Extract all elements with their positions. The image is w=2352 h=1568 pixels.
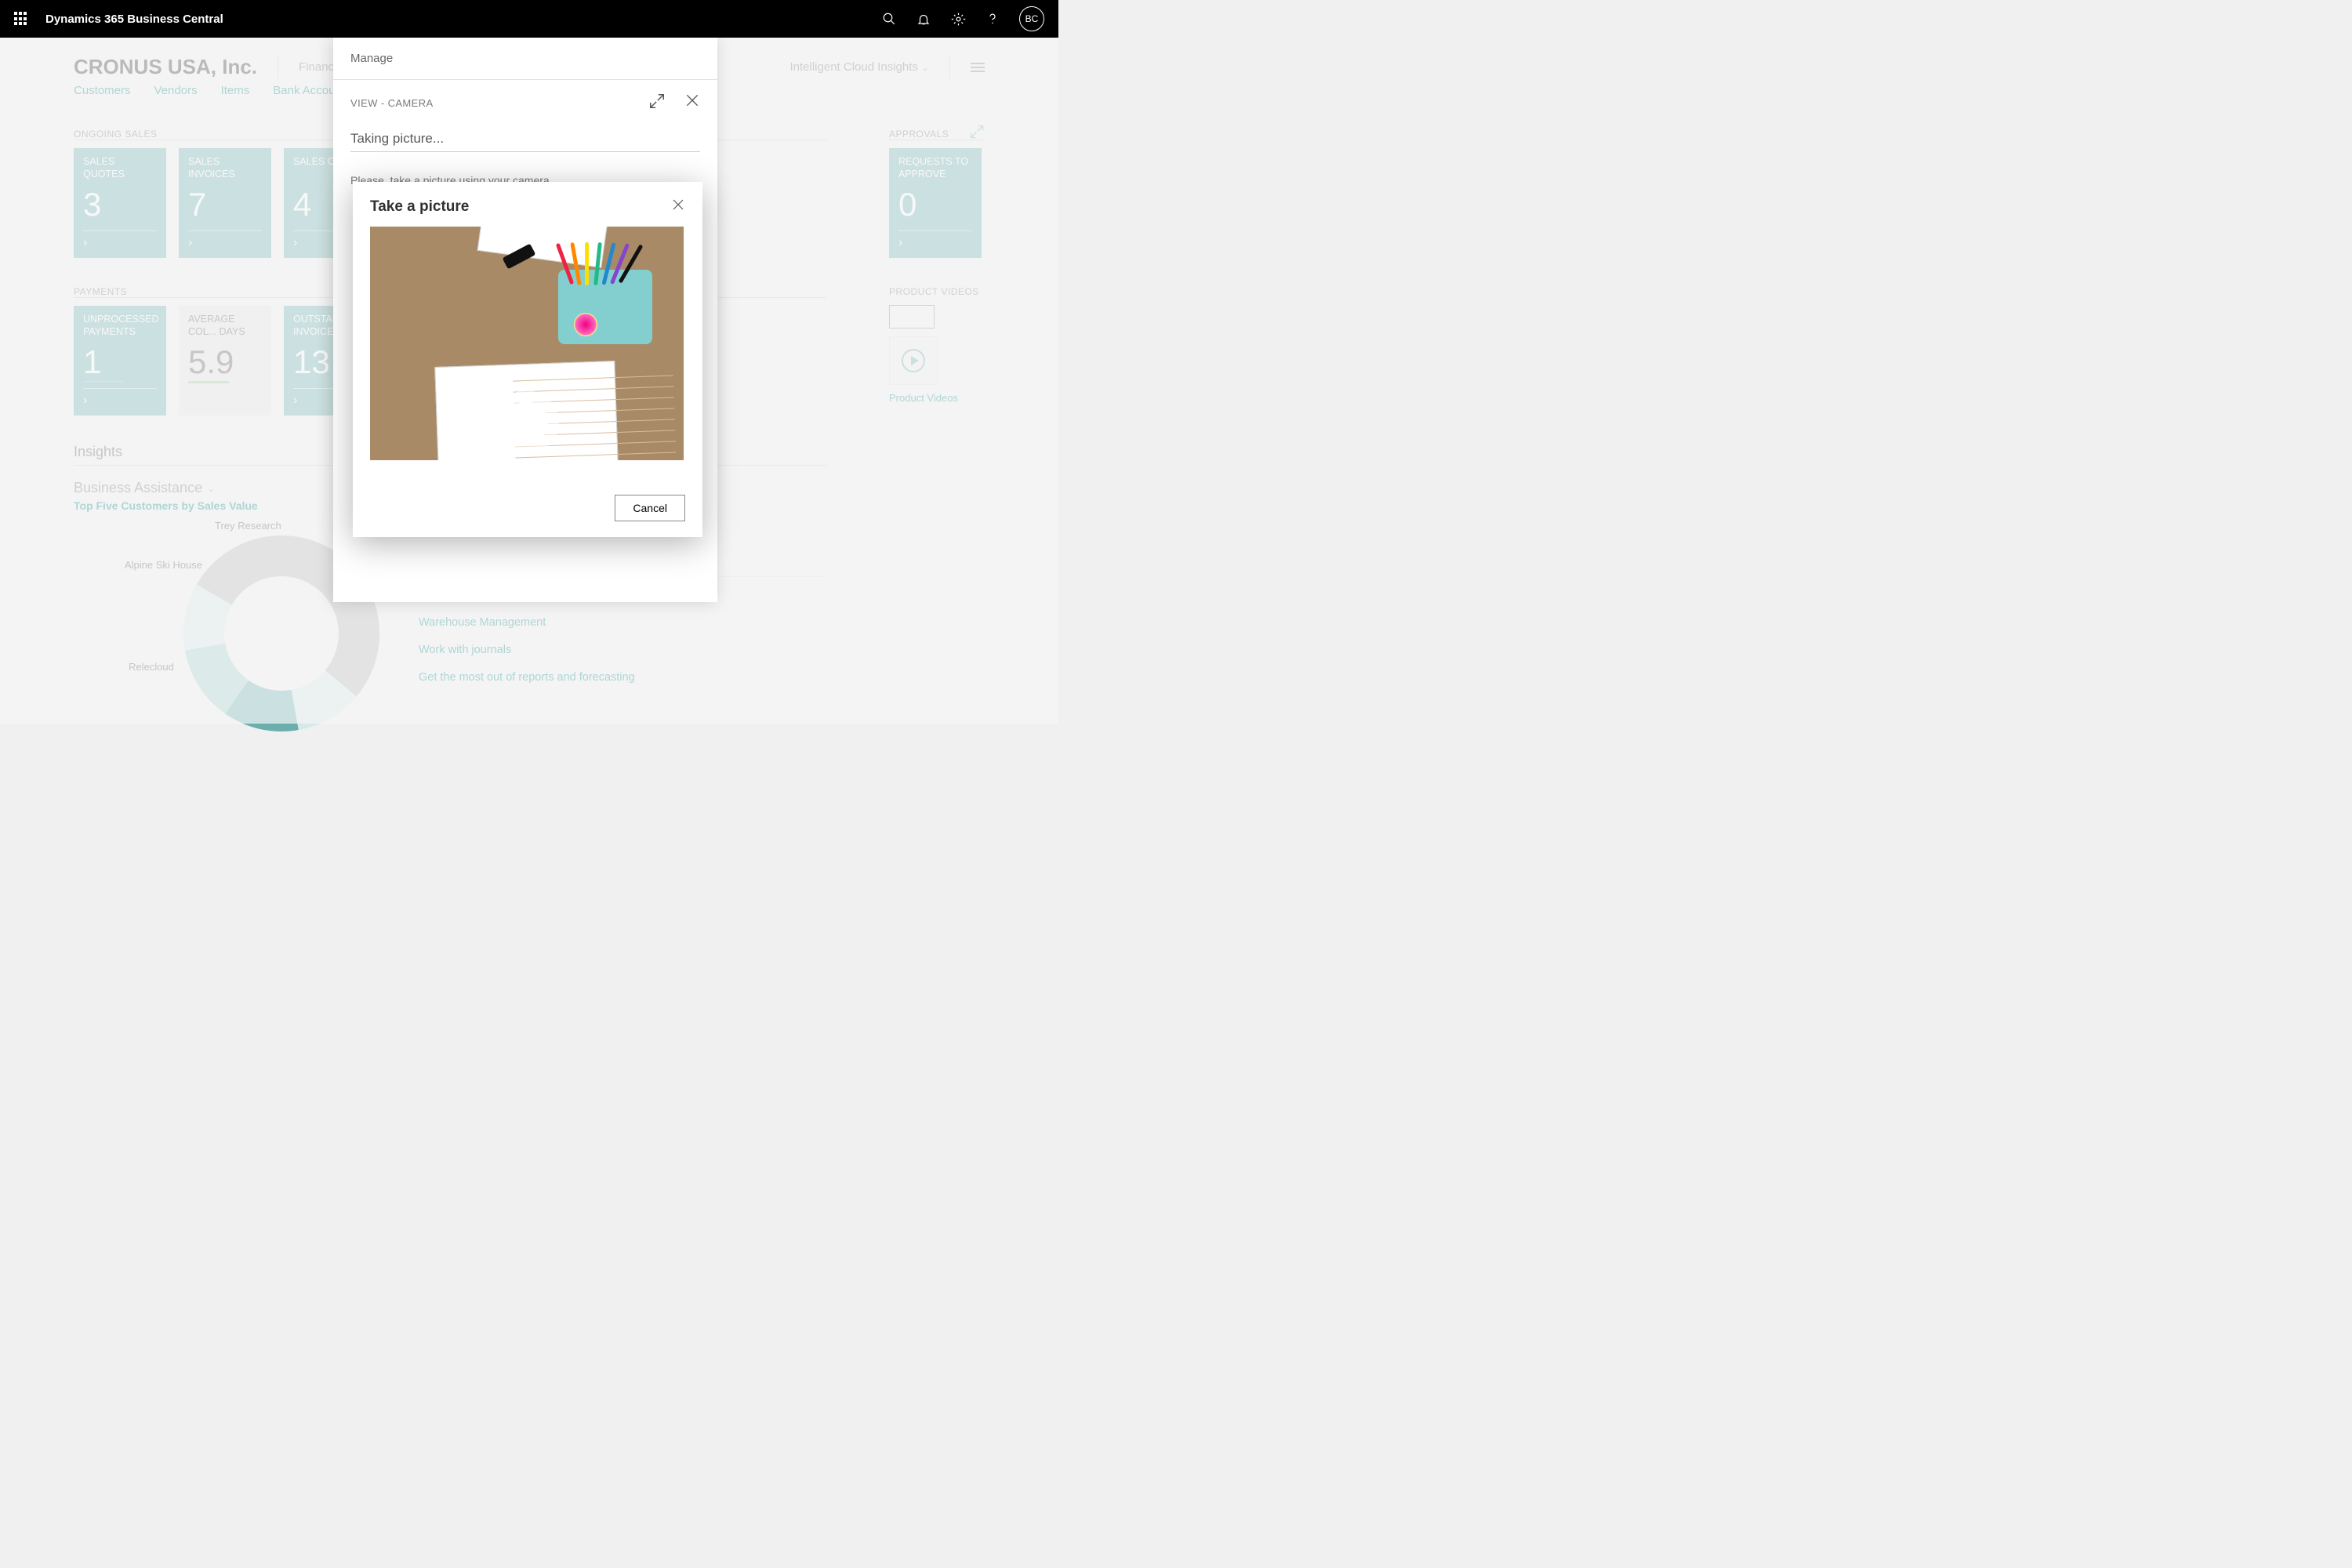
app-title: Dynamics 365 Business Central <box>45 13 223 26</box>
topbar-left: Dynamics 365 Business Central <box>14 12 223 26</box>
cancel-button[interactable]: Cancel <box>615 495 685 521</box>
close-icon[interactable] <box>684 93 700 114</box>
panel-manage-action[interactable]: Manage <box>350 52 393 65</box>
global-topbar: Dynamics 365 Business Central BC <box>0 0 1058 38</box>
close-icon[interactable] <box>671 198 685 216</box>
shutter-button[interactable] <box>488 383 566 460</box>
rubber-bands <box>574 313 597 336</box>
panel-title: Taking picture... <box>350 131 700 152</box>
topbar-right: BC <box>881 6 1044 31</box>
settings-icon[interactable] <box>950 11 966 27</box>
notifications-icon[interactable] <box>916 11 931 27</box>
markers <box>560 242 646 289</box>
app-launcher-icon[interactable] <box>14 12 28 26</box>
user-avatar[interactable]: BC <box>1019 6 1044 31</box>
help-icon[interactable] <box>985 11 1000 27</box>
modal-title: Take a picture <box>370 198 469 216</box>
camera-viewfinder <box>370 227 684 460</box>
panel-mode-label: VIEW - CAMERA <box>350 97 434 109</box>
expand-icon[interactable] <box>648 93 666 114</box>
search-icon[interactable] <box>881 11 897 27</box>
take-picture-modal: Take a picture Cancel <box>353 182 702 537</box>
